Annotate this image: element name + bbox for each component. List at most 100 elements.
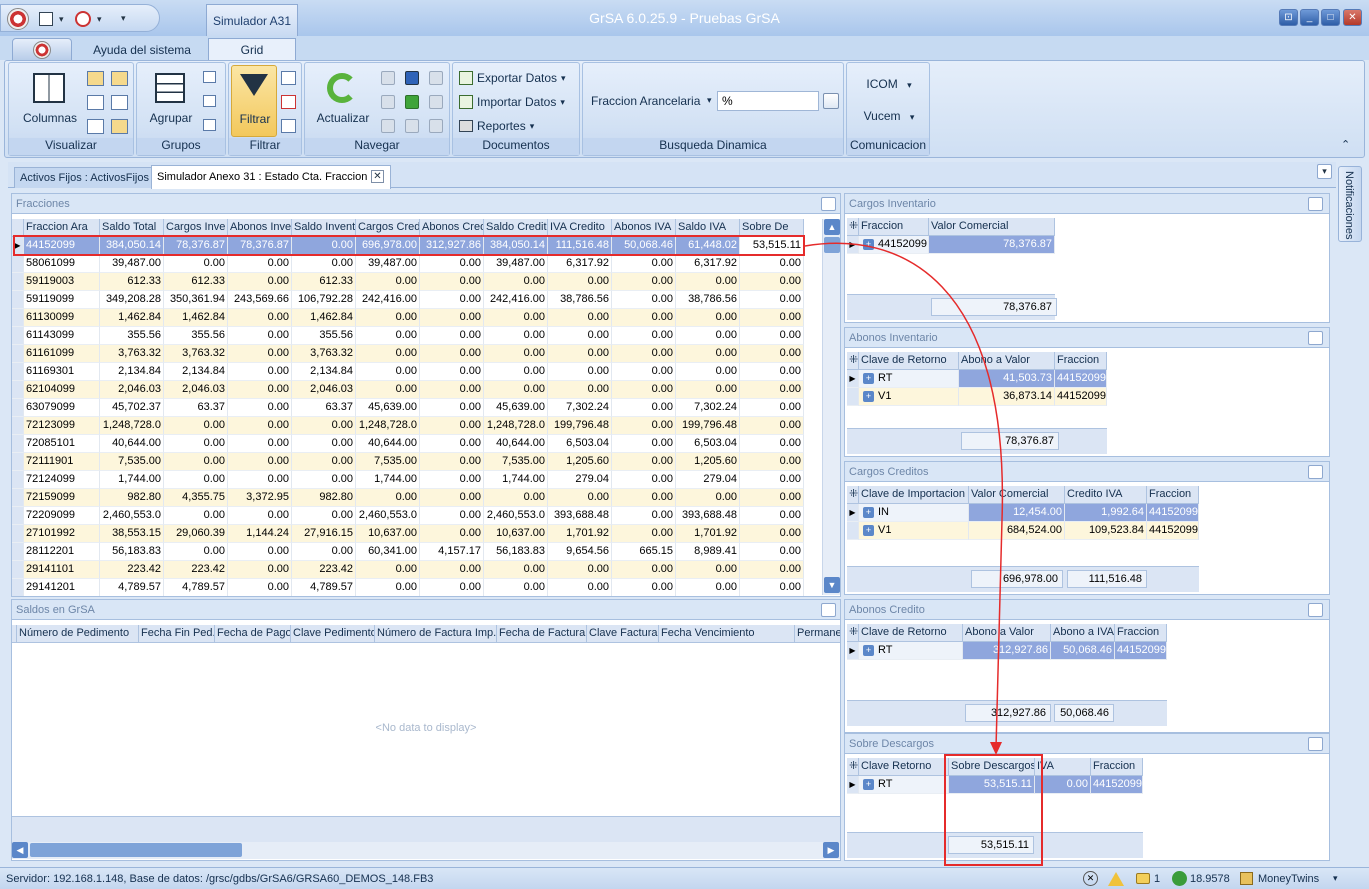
table-cell[interactable]: 0.00 (740, 327, 804, 345)
table-cell[interactable]: 0.00 (420, 327, 484, 345)
scroll-down-icon[interactable]: ▼ (824, 577, 840, 593)
expand-row-icon[interactable]: + (863, 372, 874, 384)
table-cell[interactable]: 0.00 (228, 543, 292, 561)
table-cell[interactable]: 106,792.28 (292, 291, 356, 309)
table-cell[interactable]: 0.00 (676, 561, 740, 579)
table-cell[interactable]: 9,654.56 (548, 543, 612, 561)
table-cell[interactable]: 45,639.00 (484, 399, 548, 417)
table-cell[interactable]: 3,372.95 (228, 489, 292, 507)
table-cell[interactable]: 0.00 (548, 345, 612, 363)
column-header[interactable]: Abono a IVA (1051, 624, 1115, 642)
row-indicator[interactable] (12, 453, 24, 471)
table-cell[interactable]: 0.00 (356, 381, 420, 399)
column-header[interactable]: Número de Pedimento (17, 625, 139, 643)
notificaciones-tab[interactable]: Notificaciones (1338, 166, 1362, 242)
column-header[interactable]: Fecha de Factura (497, 625, 587, 643)
column-header[interactable]: Abono a Valor (959, 352, 1055, 370)
icom-button[interactable]: ICOM ▾ (847, 77, 931, 91)
table-cell[interactable]: 72124099 (24, 471, 100, 489)
table-cell[interactable]: 0.00 (676, 363, 740, 381)
table-cell[interactable]: 58061099 (24, 255, 100, 273)
table-cell[interactable]: 0.00 (164, 255, 228, 273)
table-cell[interactable]: 39,487.00 (356, 255, 420, 273)
table-cell[interactable]: + RT (859, 642, 963, 660)
row-indicator[interactable] (12, 363, 24, 381)
table-cell[interactable]: 199,796.48 (548, 417, 612, 435)
table-cell[interactable]: 2,460,553.0 (484, 507, 548, 525)
fraccion-search-input[interactable]: % (717, 91, 819, 111)
column-header[interactable]: Fraccion (1091, 758, 1143, 776)
view-list-icon[interactable] (87, 71, 104, 86)
table-cell[interactable]: 0.00 (164, 471, 228, 489)
table-cell[interactable]: 0.00 (740, 381, 804, 399)
table-cell[interactable]: 0.00 (740, 273, 804, 291)
table-cell[interactable]: 0.00 (612, 291, 676, 309)
scroll-up-icon[interactable]: ▲ (824, 219, 840, 235)
table-row[interactable]: ▶ + RT 41,503.73 44152099 (847, 370, 1107, 388)
table-cell[interactable]: 0.00 (740, 435, 804, 453)
table-cell[interactable]: 0.00 (484, 579, 548, 596)
table-cell[interactable]: 0.00 (612, 435, 676, 453)
table-cell[interactable]: 0.00 (420, 381, 484, 399)
table-cell[interactable]: 0.00 (228, 273, 292, 291)
table-row[interactable]: 72124099 1,744.00 0.00 0.00 0.00 1,744.00 0.00… (12, 471, 822, 489)
table-cell[interactable]: 0.00 (420, 255, 484, 273)
table-cell[interactable]: 0.00 (420, 579, 484, 596)
table-cell[interactable]: 1,701.92 (676, 525, 740, 543)
table-cell[interactable]: 72123099 (24, 417, 100, 435)
column-header[interactable]: Clave de Importacion (859, 486, 969, 504)
scroll-thumb[interactable] (824, 237, 840, 253)
table-cell[interactable]: 8,989.41 (676, 543, 740, 561)
row-indicator[interactable] (12, 273, 24, 291)
table-cell[interactable]: 0.00 (740, 309, 804, 327)
table-cell[interactable]: + IN (859, 504, 969, 522)
table-cell[interactable]: 223.42 (164, 561, 228, 579)
table-row[interactable]: 29141201 4,789.57 4,789.57 0.00 4,789.57 0.00… (12, 579, 822, 596)
table-cell[interactable]: 2,046.03 (100, 381, 164, 399)
table-cell[interactable]: 1,248,728.0 (356, 417, 420, 435)
table-cell[interactable]: + RT (859, 370, 959, 388)
table-row[interactable]: 59119003 612.33 612.33 0.00 612.33 0.00 0.00 0.… (12, 273, 822, 291)
table-cell[interactable]: 2,134.84 (292, 363, 356, 381)
table-cell[interactable]: 0.00 (740, 579, 804, 596)
actualizar-button[interactable]: Actualizar (307, 67, 377, 133)
minimize-panel-icon[interactable] (821, 197, 836, 211)
gauge-icon[interactable] (75, 11, 91, 27)
row-indicator[interactable] (12, 471, 24, 489)
table-cell[interactable]: 355.56 (292, 327, 356, 345)
close-tab-icon[interactable]: ✕ (371, 170, 384, 183)
table-cell[interactable]: 44152099 (1055, 370, 1107, 388)
table-cell[interactable]: 0.00 (420, 471, 484, 489)
table-cell[interactable]: 0.00 (164, 453, 228, 471)
group-tree-icon[interactable] (203, 119, 216, 131)
doc-tab-activos-fijos[interactable]: Activos Fijos : ActivosFijos (14, 167, 152, 188)
table-cell[interactable]: 2,134.84 (100, 363, 164, 381)
table-cell[interactable]: 350,361.94 (164, 291, 228, 309)
table-cell[interactable]: 44152099 (1147, 504, 1199, 522)
table-cell[interactable]: 0.00 (740, 471, 804, 489)
table-cell[interactable]: 0.00 (548, 381, 612, 399)
table-cell[interactable]: 0.00 (228, 255, 292, 273)
table-cell[interactable]: 44152099 (1147, 522, 1199, 540)
table-cell[interactable]: 223.42 (292, 561, 356, 579)
column-header[interactable]: Valor Comercial (969, 486, 1065, 504)
table-cell[interactable]: 63.37 (292, 399, 356, 417)
table-cell[interactable]: 39,487.00 (100, 255, 164, 273)
row-indicator[interactable] (12, 417, 24, 435)
saldos-hscrollbar[interactable]: ◀ ▶ (12, 842, 840, 859)
table-cell[interactable]: 0.00 (740, 507, 804, 525)
table-cell[interactable]: 0.00 (420, 363, 484, 381)
table-cell[interactable]: 0.00 (484, 363, 548, 381)
table-cell[interactable]: 0.00 (676, 381, 740, 399)
table-cell[interactable]: 1,248,728.0 (484, 417, 548, 435)
table-cell[interactable]: 0.00 (612, 381, 676, 399)
table-cell[interactable]: 0.00 (420, 453, 484, 471)
expand-groups-icon[interactable] (203, 71, 216, 83)
table-cell[interactable]: 0.00 (612, 489, 676, 507)
app-logo-icon[interactable] (7, 8, 29, 30)
table-cell[interactable]: 242,416.00 (484, 291, 548, 309)
row-indicator[interactable] (12, 561, 24, 579)
chevron-down-icon[interactable]: ▾ (59, 14, 64, 25)
table-cell[interactable]: 0.00 (420, 309, 484, 327)
first-record-icon[interactable] (381, 71, 395, 85)
